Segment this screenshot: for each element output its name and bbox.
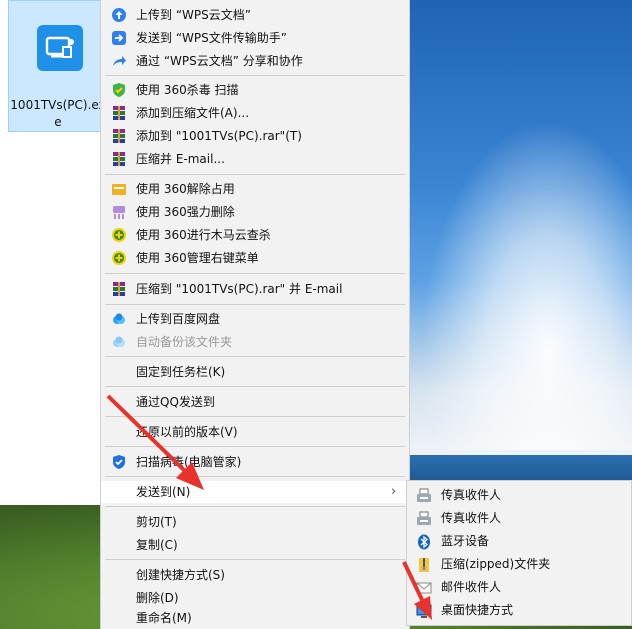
red-arrow-to-send-to: [106, 394, 204, 490]
red-arrow-to-desktop-shortcut: [402, 561, 432, 620]
annotation-arrows: [106, 394, 432, 620]
